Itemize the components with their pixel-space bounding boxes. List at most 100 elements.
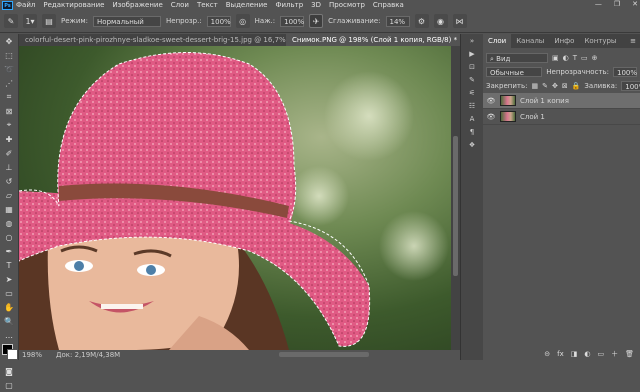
panel-menu-icon[interactable]: ≡ [630, 37, 640, 45]
vertical-scroll-thumb[interactable] [453, 136, 458, 276]
quick-mask-icon[interactable]: ◙ [0, 364, 18, 378]
menu-type[interactable]: Текст [197, 1, 218, 9]
layer-mask-icon[interactable]: ◨ [571, 350, 578, 358]
marquee-tool-icon[interactable]: ⬚ [0, 48, 18, 62]
layer-style-icon[interactable]: fx [557, 350, 564, 358]
tab-info[interactable]: Инфо [549, 34, 579, 48]
background-color-swatch[interactable] [7, 349, 18, 360]
crop-tool-icon[interactable]: ⌗ [0, 90, 18, 104]
tab-channels[interactable]: Каналы [511, 34, 549, 48]
menu-image[interactable]: Изображение [112, 1, 162, 9]
brush-tool-icon[interactable]: ✐ [0, 146, 18, 160]
menu-select[interactable]: Выделение [226, 1, 268, 9]
eyedropper-tool-icon[interactable]: ⌖ [0, 118, 18, 132]
rectangle-tool-icon[interactable]: ▭ [0, 286, 18, 300]
blur-tool-icon[interactable]: ◍ [0, 216, 18, 230]
minimize-button[interactable]: — [595, 0, 602, 8]
new-layer-icon[interactable]: ＋ [611, 349, 618, 359]
pressure-opacity-icon[interactable]: ◎ [235, 14, 250, 28]
document-tabs: colorful-desert-pink-pirozhnye-sladkoe-s… [19, 34, 459, 46]
screen-mode-icon[interactable]: ▢ [0, 378, 18, 392]
move-tool-icon[interactable]: ✥ [0, 34, 18, 48]
menu-help[interactable]: Справка [373, 1, 404, 9]
lock-all-icon[interactable]: 🔒 [572, 82, 581, 90]
lock-row: Закрепить: ▦ ✎ ✥ ⊠ 🔒 Заливка: 100% [483, 79, 640, 93]
symmetry-icon[interactable]: ⋈ [452, 14, 467, 28]
menu-filter[interactable]: Фильтр [275, 1, 303, 9]
glyphs-panel-icon[interactable]: ❖ [461, 138, 483, 151]
path-select-tool-icon[interactable]: ➤ [0, 272, 18, 286]
blend-mode-select[interactable]: Обычные [486, 67, 542, 77]
brush-size-preset[interactable]: 1 ▾ [23, 14, 37, 28]
filter-adjust-icon[interactable]: ◐ [563, 54, 569, 62]
brush-tool-icon[interactable]: ✎ [4, 14, 18, 28]
type-tool-icon[interactable]: T [0, 258, 18, 272]
tab-document-2[interactable]: Снимок.PNG @ 198% (Слой 1 копия, RGB/8) … [286, 34, 459, 46]
new-group-icon[interactable]: ▭ [597, 350, 604, 358]
opacity-field[interactable]: 100% [206, 15, 231, 27]
color-swatches[interactable] [0, 342, 18, 364]
left-iris [74, 261, 84, 271]
history-panel-icon[interactable]: ▶ [461, 47, 483, 60]
menu-view[interactable]: Просмотр [329, 1, 365, 9]
document-canvas[interactable] [19, 46, 451, 350]
menu-file[interactable]: Файл [16, 1, 35, 9]
character-panel-icon[interactable]: A [461, 112, 483, 125]
paragraph-panel-icon[interactable]: ¶ [461, 125, 483, 138]
pressure-field[interactable]: 100% [280, 15, 304, 27]
lock-pixels-icon[interactable]: ▦ [531, 82, 538, 90]
brushes-panel-icon[interactable]: ✎ [461, 73, 483, 86]
frame-tool-icon[interactable]: ⊠ [0, 104, 18, 118]
filter-smart-icon[interactable]: ⊕ [592, 54, 598, 62]
lock-paint-icon[interactable]: ✎ [542, 82, 548, 90]
filter-shape-icon[interactable]: ▭ [581, 54, 588, 62]
menu-edit[interactable]: Редактирование [43, 1, 104, 9]
lock-artboard-icon[interactable]: ⊠ [562, 82, 568, 90]
horizontal-scroll-thumb[interactable] [279, 352, 369, 357]
layer-row[interactable]: 👁 Слой 1 копия [483, 93, 640, 109]
filter-type-icon[interactable]: T [573, 54, 577, 62]
healing-brush-tool-icon[interactable]: ✚ [0, 132, 18, 146]
eraser-tool-icon[interactable]: ▱ [0, 188, 18, 202]
lasso-tool-icon[interactable]: ➰ [0, 62, 18, 76]
layer-row[interactable]: 👁 Слой 1 [483, 109, 640, 125]
collapse-icon[interactable]: » [461, 34, 483, 47]
visibility-eye-icon[interactable]: 👁 [486, 113, 496, 121]
visibility-eye-icon[interactable]: 👁 [486, 97, 496, 105]
airbrush-icon[interactable]: ✈ [309, 14, 324, 28]
menu-3d[interactable]: 3D [311, 1, 321, 9]
menu-layers[interactable]: Слои [171, 1, 189, 9]
tab-layers[interactable]: Слои [483, 34, 512, 48]
actions-panel-icon[interactable]: ⊡ [461, 60, 483, 73]
adjustment-layer-icon[interactable]: ◐ [584, 350, 590, 358]
hand-tool-icon[interactable]: ✋ [0, 300, 18, 314]
pressure-size-icon[interactable]: ◉ [433, 14, 448, 28]
fill-field[interactable]: 100% [621, 81, 640, 91]
pen-tool-icon[interactable]: ✒ [0, 244, 18, 258]
brush-panel-icon[interactable]: ▤ [42, 14, 56, 28]
layer-opacity-field[interactable]: 100% [613, 67, 637, 77]
gradient-tool-icon[interactable]: ▦ [0, 202, 18, 216]
dodge-tool-icon[interactable]: ○ [0, 230, 18, 244]
clone-stamp-tool-icon[interactable]: ⊥ [0, 160, 18, 174]
adjustments-panel-icon[interactable]: ⚟ [461, 86, 483, 99]
mode-select[interactable]: Нормальный [93, 15, 162, 27]
trash-icon[interactable]: 🗑 [625, 350, 634, 358]
tab-paths[interactable]: Контуры [579, 34, 621, 48]
layer-filter-select[interactable]: ⌕ Вид [486, 53, 548, 63]
quick-select-tool-icon[interactable]: ⋰ [0, 76, 18, 90]
zoom-tool-icon[interactable]: 🔍 [0, 314, 18, 328]
close-button[interactable]: ✕ [632, 0, 638, 8]
zoom-level[interactable]: 198% [22, 351, 42, 359]
more-tools-icon[interactable]: … [0, 328, 18, 342]
maximize-button[interactable]: ❐ [614, 0, 620, 8]
smoothing-field[interactable]: 14% [385, 15, 410, 27]
history-brush-tool-icon[interactable]: ↺ [0, 174, 18, 188]
lock-move-icon[interactable]: ✥ [552, 82, 558, 90]
gear-icon[interactable]: ⚙ [414, 14, 429, 28]
vertical-scrollbar[interactable] [451, 46, 460, 350]
tab-document-1[interactable]: colorful-desert-pink-pirozhnye-sladkoe-s… [19, 34, 286, 46]
filter-pixel-icon[interactable]: ▣ [552, 54, 559, 62]
link-layers-icon[interactable]: ⊝ [544, 350, 550, 358]
properties-panel-icon[interactable]: ☷ [461, 99, 483, 112]
